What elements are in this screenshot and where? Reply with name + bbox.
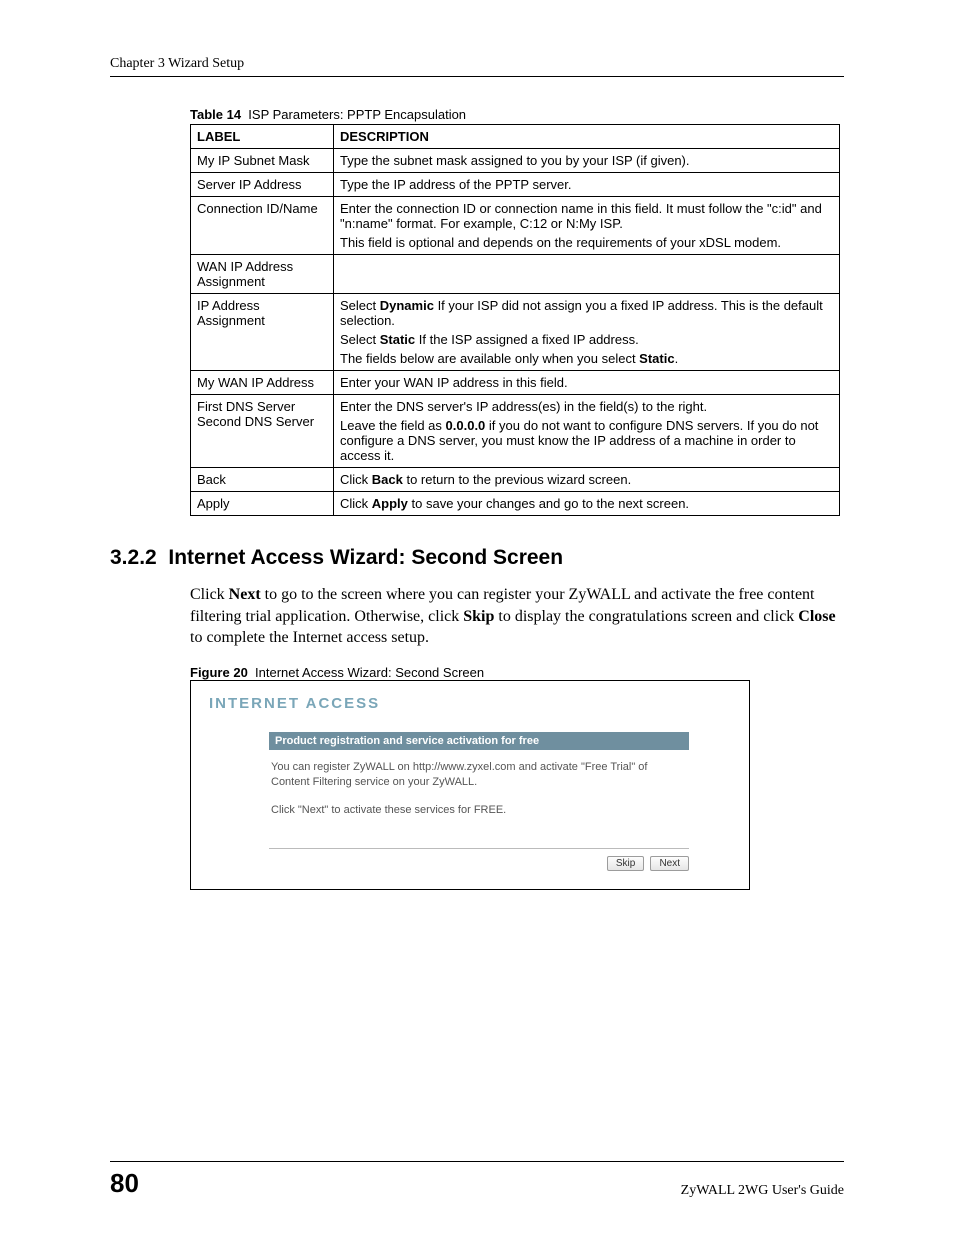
table-caption-label: Table 14	[190, 107, 241, 122]
section-heading: 3.2.2 Internet Access Wizard: Second Scr…	[110, 546, 844, 570]
table-row: Server IP Address Type the IP address of…	[191, 173, 840, 197]
desc-bold: Dynamic	[380, 298, 434, 313]
row-label: Back	[191, 468, 334, 492]
guide-name: ZyWALL 2WG User's Guide	[681, 1183, 844, 1199]
row-desc: Click Back to return to the previous wiz…	[334, 468, 840, 492]
table-row: My IP Subnet Mask Type the subnet mask a…	[191, 149, 840, 173]
table-row: My WAN IP Address Enter your WAN IP addr…	[191, 371, 840, 395]
row-label-line: Second DNS Server	[197, 414, 314, 429]
figure-caption: Figure 20 Internet Access Wizard: Second…	[190, 665, 844, 680]
wizard-section-bar: Product registration and service activat…	[269, 732, 689, 750]
table-row: Apply Click Apply to save your changes a…	[191, 492, 840, 516]
desc-bold: 0.0.0.0	[446, 418, 486, 433]
wizard-button-bar: Skip Next	[269, 848, 689, 871]
row-desc: Type the IP address of the PPTP server.	[334, 173, 840, 197]
row-label: Connection ID/Name	[191, 197, 334, 255]
wizard-panel: Product registration and service activat…	[269, 732, 689, 872]
body-bold: Next	[229, 586, 261, 603]
col-label: LABEL	[191, 125, 334, 149]
body-bold: Skip	[463, 608, 494, 625]
desc-bold: Back	[372, 472, 403, 487]
desc-bold: Static	[639, 351, 674, 366]
table-header-row: LABEL DESCRIPTION	[191, 125, 840, 149]
desc-text: to return to the previous wizard screen.	[403, 472, 631, 487]
body-text: to display the congratulations screen an…	[494, 608, 798, 625]
section-number: 3.2.2	[110, 546, 157, 569]
row-desc: Enter the DNS server's IP address(es) in…	[334, 395, 840, 468]
row-desc: Enter the connection ID or connection na…	[334, 197, 840, 255]
row-desc: Enter your WAN IP address in this field.	[334, 371, 840, 395]
table-row: First DNS Server Second DNS Server Enter…	[191, 395, 840, 468]
table-row: IP Address Assignment Select Dynamic If …	[191, 294, 840, 371]
table-caption: Table 14 ISP Parameters: PPTP Encapsulat…	[190, 107, 844, 122]
desc-text: Leave the field as	[340, 418, 446, 433]
row-desc: Type the subnet mask assigned to you by …	[334, 149, 840, 173]
body-text: to complete the Internet access setup.	[190, 629, 429, 646]
desc-bold: Static	[380, 332, 415, 347]
figure-caption-text: Internet Access Wizard: Second Screen	[255, 665, 484, 680]
table-row: WAN IP Address Assignment	[191, 255, 840, 294]
skip-button[interactable]: Skip	[607, 856, 644, 871]
section-paragraph: Click Next to go to the screen where you…	[190, 584, 844, 649]
wizard-line: Click "Next" to activate these services …	[271, 803, 687, 818]
row-label: IP Address Assignment	[191, 294, 334, 371]
next-button[interactable]: Next	[650, 856, 689, 871]
body-bold: Close	[798, 608, 835, 625]
chapter-header: Chapter 3 Wizard Setup	[110, 56, 844, 77]
desc-text: The fields below are available only when…	[340, 351, 639, 366]
row-label: First DNS Server Second DNS Server	[191, 395, 334, 468]
desc-text: to save your changes and go to the next …	[408, 496, 689, 511]
desc-text: Select	[340, 298, 380, 313]
figure-box: INTERNET ACCESS Product registration and…	[190, 680, 750, 891]
row-label-line: First DNS Server	[197, 399, 295, 414]
wizard-title: INTERNET ACCESS	[209, 695, 731, 712]
row-label: WAN IP Address Assignment	[191, 255, 334, 294]
table-row: Back Click Back to return to the previou…	[191, 468, 840, 492]
desc-text: Select	[340, 332, 380, 347]
desc-text: .	[675, 351, 679, 366]
row-label: My IP Subnet Mask	[191, 149, 334, 173]
section-title: Internet Access Wizard: Second Screen	[168, 546, 563, 569]
row-label: My WAN IP Address	[191, 371, 334, 395]
param-table: LABEL DESCRIPTION My IP Subnet Mask Type…	[190, 124, 840, 516]
row-label: Server IP Address	[191, 173, 334, 197]
desc-text: Click	[340, 472, 372, 487]
row-desc: Select Dynamic If your ISP did not assig…	[334, 294, 840, 371]
desc-line: Enter the connection ID or connection na…	[340, 201, 822, 231]
desc-line: This field is optional and depends on th…	[340, 235, 781, 250]
row-desc: Click Apply to save your changes and go …	[334, 492, 840, 516]
wizard-line: You can register ZyWALL on http://www.zy…	[271, 760, 687, 790]
desc-bold: Apply	[372, 496, 408, 511]
table-caption-text: ISP Parameters: PPTP Encapsulation	[248, 107, 466, 122]
col-description: DESCRIPTION	[334, 125, 840, 149]
desc-text: If the ISP assigned a fixed IP address.	[415, 332, 639, 347]
row-label: Apply	[191, 492, 334, 516]
desc-text: Click	[340, 496, 372, 511]
figure-caption-label: Figure 20	[190, 665, 248, 680]
page-number: 80	[110, 1168, 139, 1199]
body-text: Click	[190, 586, 229, 603]
table-row: Connection ID/Name Enter the connection …	[191, 197, 840, 255]
wizard-body: You can register ZyWALL on http://www.zy…	[269, 750, 689, 819]
row-desc	[334, 255, 840, 294]
desc-line: Enter the DNS server's IP address(es) in…	[340, 399, 833, 414]
page-footer: 80 ZyWALL 2WG User's Guide	[110, 1161, 844, 1199]
